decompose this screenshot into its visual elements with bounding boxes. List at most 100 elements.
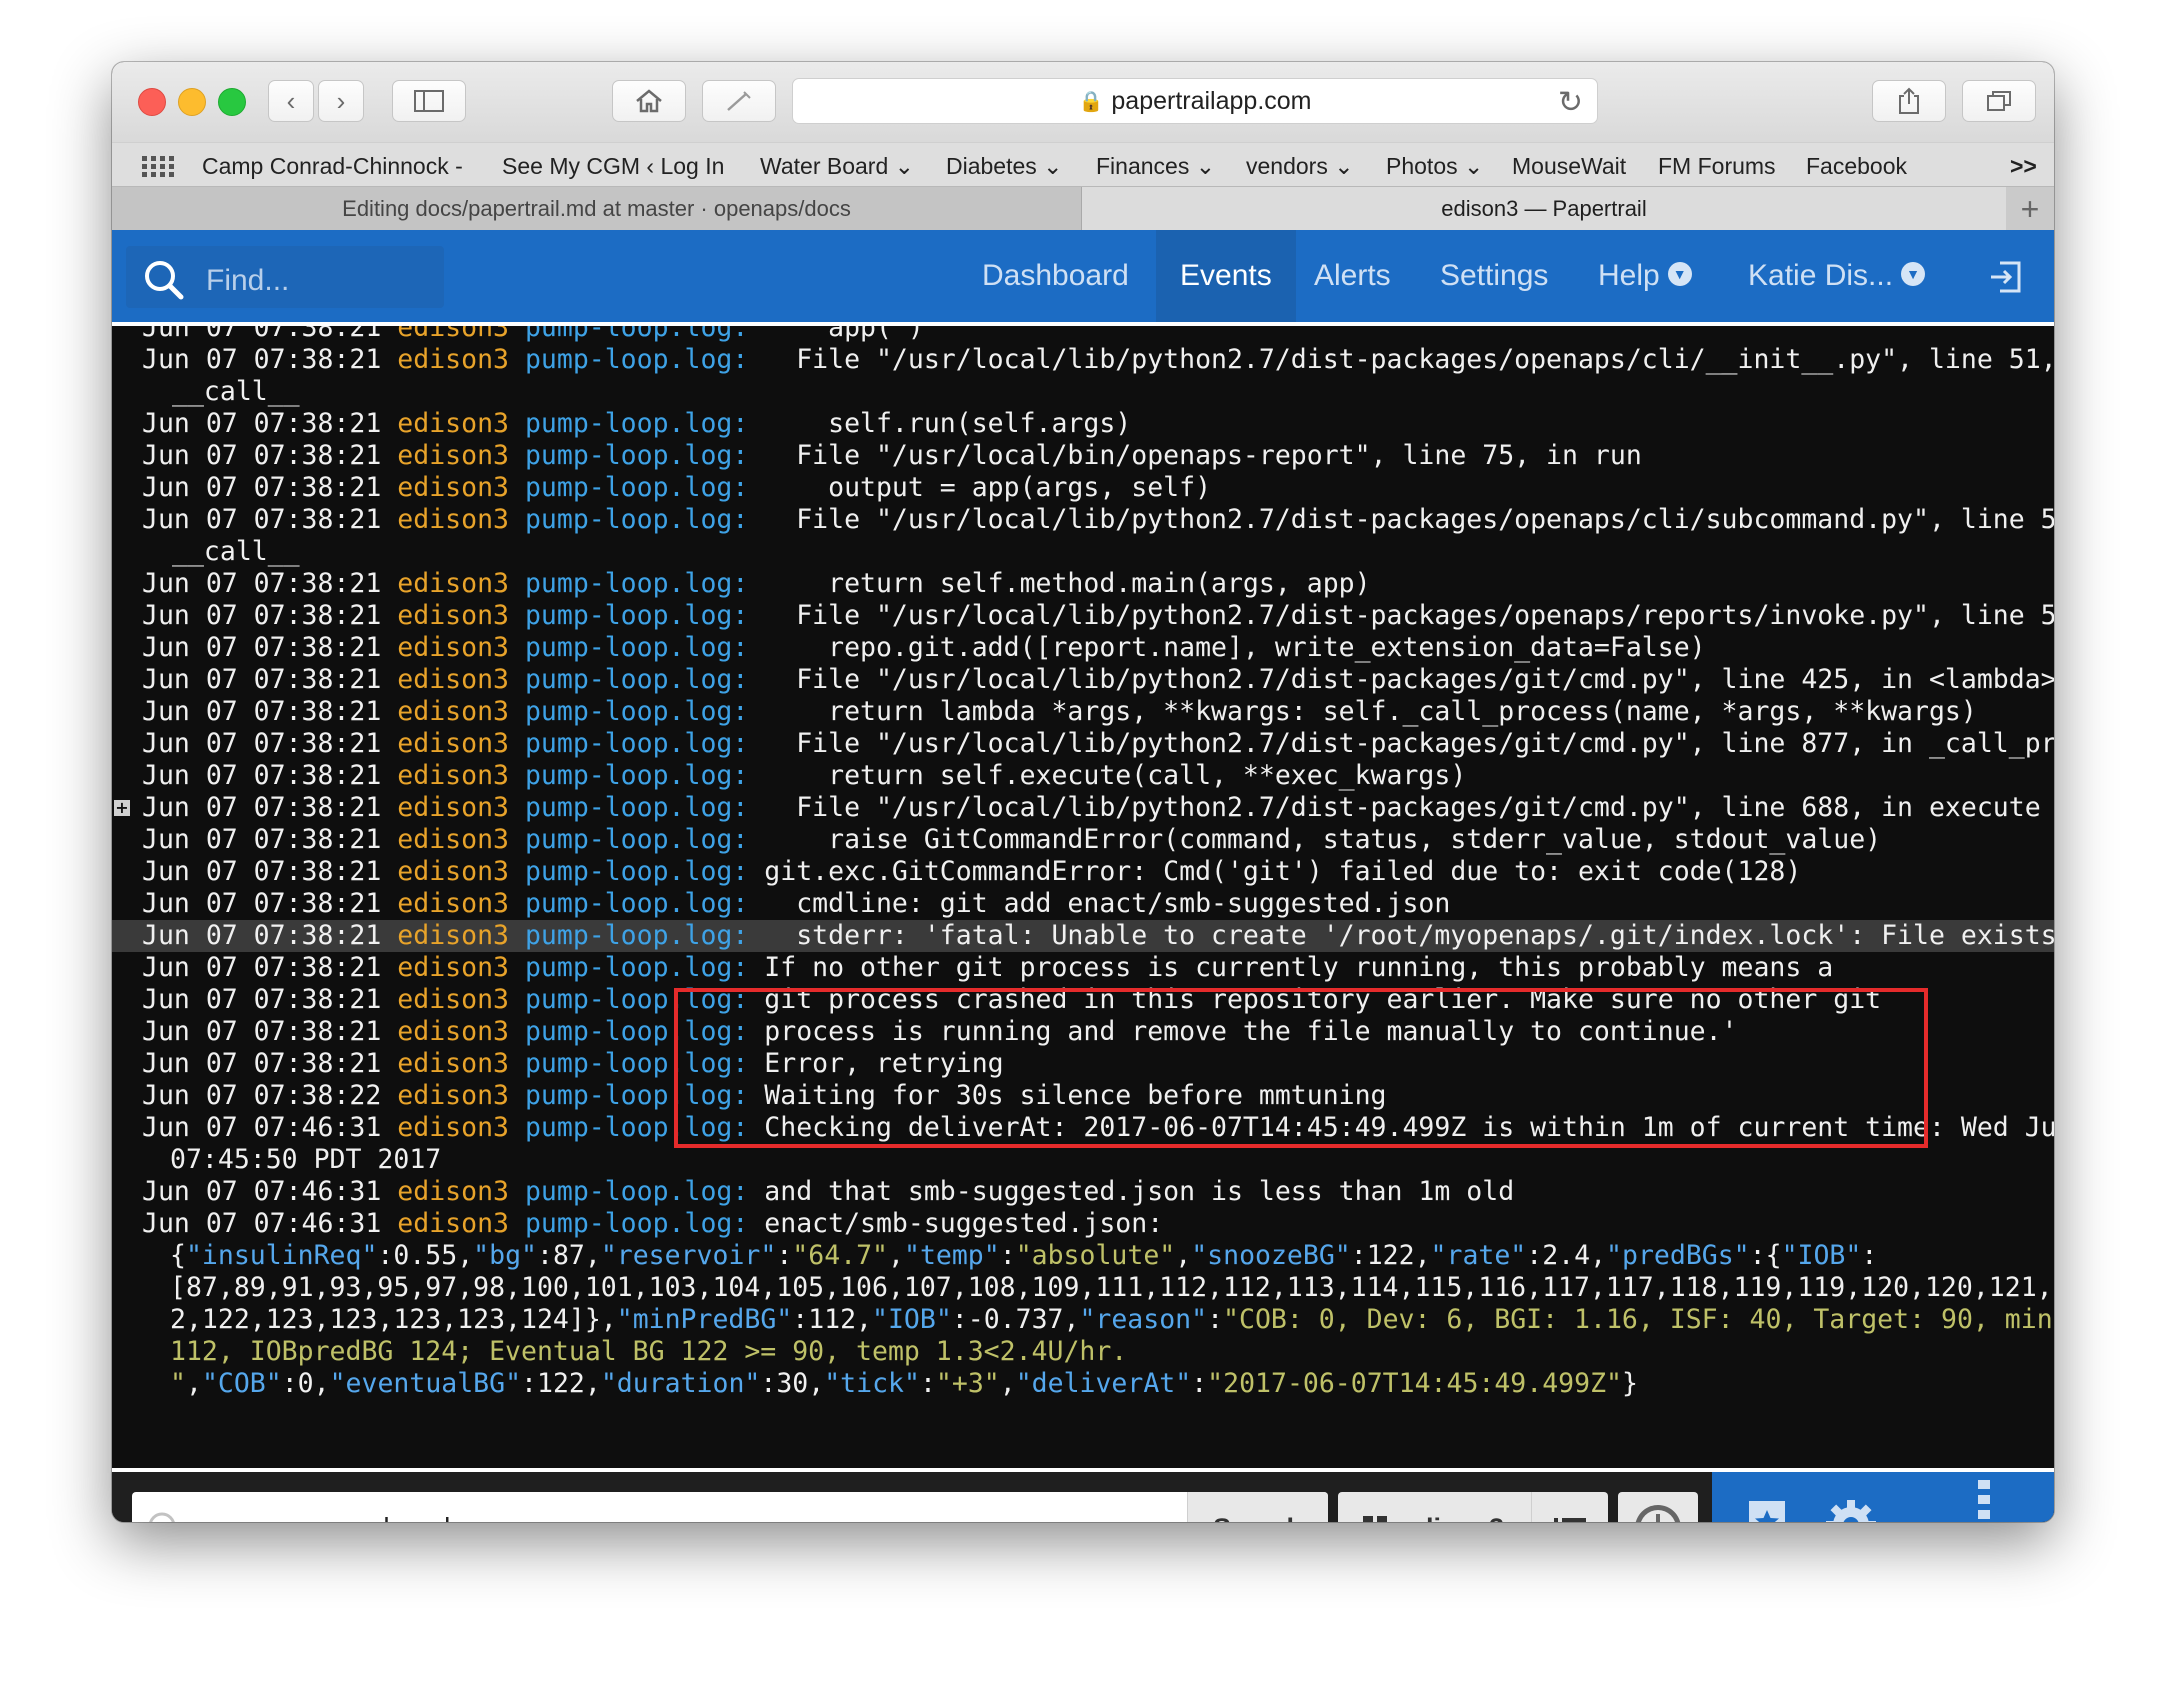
forward-button[interactable]: › [318, 80, 364, 122]
log-line[interactable]: Jun 07 07:38:21 edison3 pump-loop.log: a… [142, 326, 924, 344]
log-line[interactable]: Jun 07 07:38:21 edison3 pump-loop.log: F… [142, 792, 2041, 824]
nav-dashboard[interactable]: Dashboard [982, 230, 1129, 322]
log-line[interactable]: Jun 07 07:38:21 edison3 pump-loop.log: g… [142, 856, 1801, 888]
time-seek-button[interactable] [1618, 1492, 1698, 1522]
json-text: :-0.737, [951, 1304, 1080, 1335]
bookmark-mousewait[interactable]: MouseWait [1512, 153, 1626, 180]
address-bar[interactable]: 🔒 papertrailapp.com ↻ [792, 78, 1598, 124]
log-line[interactable]: Jun 07 07:38:21 edison3 pump-loop.log: F… [142, 344, 2054, 376]
json-text: :112, [792, 1304, 873, 1335]
chevron-down-icon: ⌄ [1043, 153, 1063, 179]
log-line[interactable]: Jun 07 07:38:21 edison3 pump-loop.log: F… [142, 728, 2054, 760]
log-line[interactable]: Jun 07 07:38:21 edison3 pump-loop.log: o… [142, 472, 1211, 504]
nav-help[interactable]: Help ▼ [1598, 230, 1692, 322]
group-label: edison3 [1402, 1513, 1504, 1523]
log-line[interactable]: Jun 07 07:38:21 edison3 pump-loop.log: r… [142, 632, 1706, 664]
system-list-button[interactable] [1531, 1492, 1608, 1522]
json-key: "tick" [824, 1368, 920, 1399]
search-icon [149, 1512, 175, 1522]
bookmark-photos[interactable]: Photos ⌄ [1386, 153, 1483, 180]
search-query-input[interactable]: program:pump-loop.log Search [132, 1492, 1328, 1522]
minimize-window-button[interactable] [178, 88, 206, 116]
group-selector[interactable]: edison3 [1338, 1492, 1608, 1522]
nav-events[interactable]: Events [1156, 230, 1296, 322]
reload-icon[interactable]: ↻ [1558, 85, 1583, 120]
json-text: [87,89,91,93,95,97,98,100,101,103,104,10… [170, 1272, 2054, 1303]
log-line[interactable]: Jun 07 07:38:21 edison3 pump-loop.log: r… [142, 696, 1977, 728]
home-button[interactable] [612, 80, 686, 122]
grid-icon [1363, 1516, 1387, 1522]
chevron-down-icon: ⌄ [1334, 153, 1354, 179]
share-button[interactable] [1872, 80, 1946, 122]
log-line[interactable]: Jun 07 07:38:21 edison3 pump-loop.log: r… [142, 760, 1466, 792]
bookmarks-overflow-button[interactable]: >> [2010, 153, 2037, 180]
bookmark-finances[interactable]: Finances ⌄ [1096, 153, 1215, 180]
nav-alerts[interactable]: Alerts [1314, 230, 1391, 322]
bookmark-diabetes[interactable]: Diabetes ⌄ [946, 153, 1062, 180]
json-key: "reason" [1079, 1304, 1208, 1335]
json-key: "temp" [903, 1240, 1000, 1271]
bookmark-camp[interactable]: Camp Conrad-Chinnock - [202, 153, 463, 180]
log-line[interactable]: Jun 07 07:38:21 edison3 pump-loop.log: F… [142, 440, 1642, 472]
json-text: : [1191, 1368, 1208, 1399]
new-tab-button[interactable]: + [2006, 187, 2054, 231]
json-string: "COB: 0, Dev: 6, BGI: 1.16, ISF: 40, Tar… [1223, 1304, 2054, 1335]
maximize-window-button[interactable] [218, 88, 246, 116]
json-key: "insulinReq" [185, 1240, 378, 1271]
log-line[interactable]: Jun 07 07:38:21 edison3 pump-loop.log: s… [142, 408, 1131, 440]
json-text: :0, [281, 1368, 330, 1399]
apps-grid-icon[interactable] [142, 156, 174, 177]
json-text: , [185, 1368, 202, 1399]
share-icon [1899, 87, 1919, 114]
tail-download-icon[interactable] [1964, 1480, 2004, 1522]
list-icon [1554, 1518, 1586, 1522]
json-key: "reservoir" [600, 1240, 777, 1271]
log-line[interactable]: Jun 07 07:46:31 edison3 pump-loop.log: e… [142, 1208, 1163, 1240]
json-text: : [776, 1240, 793, 1271]
json-line: 112, IOBpredBG 124; Eventual BG 122 >= 9… [170, 1336, 1127, 1368]
tab-github-docs[interactable]: Editing docs/papertrail.md at master · o… [112, 187, 1082, 231]
json-text: :2.4, [1526, 1240, 1607, 1271]
nav-account[interactable]: Katie Dis... ▼ [1748, 230, 1926, 322]
logout-button[interactable] [1988, 230, 2024, 322]
chevron-down-icon: ▼ [1901, 262, 1926, 287]
json-text: :122, [521, 1368, 601, 1399]
search-button[interactable]: Search [1187, 1492, 1328, 1522]
json-text: :87, [536, 1240, 601, 1271]
log-line[interactable]: Jun 07 07:38:21 edison3 pump-loop.log: F… [142, 664, 2054, 696]
json-key: "predBGs" [1606, 1240, 1750, 1271]
log-line[interactable]: Jun 07 07:38:21 edison3 pump-loop.log: r… [142, 824, 1881, 856]
json-line: [87,89,91,93,95,97,98,100,101,103,104,10… [170, 1272, 2054, 1304]
log-line[interactable]: Jun 07 07:46:31 edison3 pump-loop.log: a… [142, 1176, 1514, 1208]
log-line[interactable]: Jun 07 07:38:21 edison3 pump-loop.log: r… [142, 568, 1371, 600]
log-line[interactable]: Jun 07 07:38:21 edison3 pump-loop.log: F… [142, 600, 2054, 632]
log-line[interactable]: Jun 07 07:38:21 edison3 pump-loop.log: F… [142, 504, 2054, 536]
find-input[interactable]: Find... [126, 246, 444, 308]
bookmark-fm-forums[interactable]: FM Forums [1658, 153, 1776, 180]
chevron-right-icon: › [336, 85, 346, 116]
sidebar-toggle-button[interactable] [392, 80, 466, 122]
browser-toolbar: ‹ › 🔒 papertrailapp.com ↻ [112, 62, 2054, 142]
expand-context-button[interactable]: + [114, 800, 130, 816]
log-line[interactable]: Jun 07 07:38:21 edison3 pump-loop.log: I… [142, 952, 1833, 984]
close-window-button[interactable] [138, 88, 166, 116]
extension-button[interactable] [702, 80, 776, 122]
bookmark-facebook[interactable]: Facebook [1806, 153, 1907, 180]
log-line-continuation: __call__ [172, 376, 300, 407]
bookmark-vendors[interactable]: vendors ⌄ [1246, 153, 1354, 180]
json-key: "duration" [600, 1368, 761, 1399]
log-line[interactable]: Jun 07 07:38:21 edison3 pump-loop.log: c… [142, 888, 1450, 920]
json-string: " [170, 1368, 186, 1399]
bookmark-cgm[interactable]: See My CGM ‹ Log In [502, 153, 724, 180]
back-button[interactable]: ‹ [268, 80, 314, 122]
tab-papertrail[interactable]: edison3 — Papertrail [1082, 187, 2006, 231]
json-text: { [170, 1240, 186, 1271]
bookmark-water-board[interactable]: Water Board ⌄ [760, 153, 914, 180]
tabs-overview-button[interactable] [1962, 80, 2036, 122]
json-line: 2,122,123,123,123,123,124]},"minPredBG":… [170, 1304, 2054, 1336]
gear-icon[interactable] [1824, 1498, 1878, 1522]
log-line-selected[interactable]: Jun 07 07:38:21 edison3 pump-loop.log: s… [112, 920, 2054, 952]
nav-settings[interactable]: Settings [1440, 230, 1548, 322]
bookmark-star-icon[interactable] [1746, 1498, 1788, 1522]
json-text: 2,122,123,123,123,123,124]}, [170, 1304, 617, 1335]
